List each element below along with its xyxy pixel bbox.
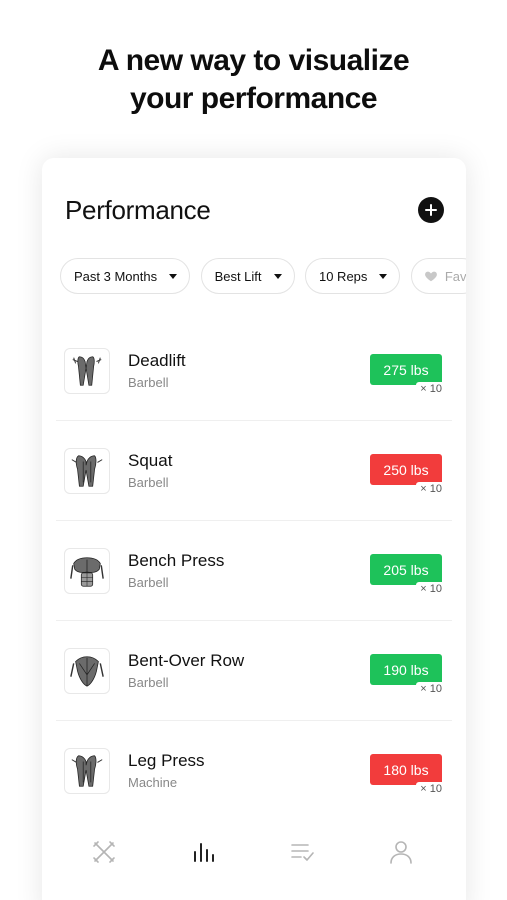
exercise-name: Deadlift <box>128 351 186 370</box>
list-item[interactable]: Leg Press Machine 180 lbs × 10 <box>56 721 452 821</box>
filter-period-dropdown[interactable]: Past 3 Months <box>60 258 191 294</box>
exercise-thumbnail <box>64 348 110 394</box>
chest-muscle-icon <box>70 557 104 587</box>
exercise-equipment: Barbell <box>128 675 169 690</box>
filter-metric-label: Best Lift <box>214 268 262 284</box>
bottom-tab-bar <box>42 830 466 874</box>
weight-badge: 250 lbs <box>370 454 442 485</box>
heart-icon <box>424 271 437 282</box>
reps-label: × 10 <box>416 382 446 396</box>
filter-period-label: Past 3 Months <box>74 268 158 284</box>
list-item[interactable]: Deadlift Barbell 275 lbs × 10 <box>56 321 452 421</box>
caret-down-icon <box>169 273 178 279</box>
add-button[interactable] <box>418 197 444 223</box>
legs-front-muscle-icon <box>71 755 103 787</box>
reps-label: × 10 <box>416 782 446 796</box>
reps-label: × 10 <box>416 582 446 596</box>
profile-icon <box>390 841 412 864</box>
tab-profile[interactable] <box>387 838 415 866</box>
weight-badge: 205 lbs <box>370 554 442 585</box>
tab-routines[interactable] <box>288 838 316 866</box>
tab-workouts[interactable] <box>90 838 118 866</box>
weight-badge: 190 lbs <box>370 654 442 685</box>
exercise-name: Squat <box>128 451 173 470</box>
performance-card: Performance Past 3 Months Best Lift 10 R… <box>42 158 466 900</box>
exercise-equipment: Machine <box>128 775 178 790</box>
list-item[interactable]: Bench Press Barbell 205 lbs × 10 <box>56 521 452 621</box>
exercise-equipment: Barbell <box>128 375 169 390</box>
list-item[interactable]: Bent-Over Row Barbell 190 lbs × 10 <box>56 621 452 721</box>
weight-badge: 180 lbs <box>370 754 442 785</box>
workout-icon <box>93 841 115 863</box>
exercise-name: Bent-Over Row <box>128 651 245 670</box>
filter-reps-dropdown[interactable]: 10 Reps <box>304 258 401 294</box>
exercise-thumbnail <box>64 448 110 494</box>
exercise-thumbnail <box>64 748 110 794</box>
filter-reps-label: 10 Reps <box>318 268 368 284</box>
list-item[interactable]: Squat Barbell 250 lbs × 10 <box>56 421 452 521</box>
exercise-name: Bench Press <box>128 551 225 570</box>
tab-performance[interactable] <box>189 838 217 866</box>
legs-front-muscle-icon <box>71 455 103 487</box>
filter-bar: Past 3 Months Best Lift 10 Reps Fav <box>60 258 466 294</box>
exercise-equipment: Barbell <box>128 575 169 590</box>
exercise-name: Leg Press <box>128 751 205 770</box>
exercise-list: Deadlift Barbell 275 lbs × 10 Squat Barb… <box>56 321 452 821</box>
headline-line-1: A new way to visualize <box>97 44 410 77</box>
bar-chart-icon <box>194 843 214 862</box>
headline-line-2: your performance <box>129 82 378 115</box>
reps-label: × 10 <box>416 482 446 496</box>
reps-label: × 10 <box>416 682 446 696</box>
caret-down-icon <box>379 273 388 279</box>
filter-metric-dropdown[interactable]: Best Lift <box>200 258 295 294</box>
back-muscle-icon <box>70 656 104 687</box>
exercise-equipment: Barbell <box>128 475 169 490</box>
exercise-thumbnail <box>64 648 110 694</box>
page-title: Performance <box>65 195 211 225</box>
plus-icon <box>425 204 437 216</box>
legs-back-muscle-icon <box>72 356 102 386</box>
caret-down-icon <box>273 273 282 279</box>
weight-badge: 275 lbs <box>370 354 442 385</box>
checklist-icon <box>291 844 314 861</box>
exercise-thumbnail <box>64 548 110 594</box>
filter-favorites-label: Fav <box>444 268 466 284</box>
filter-favorites-chip[interactable]: Fav <box>410 258 466 294</box>
headline: A new way to visualize your performance <box>0 42 507 118</box>
card-header: Performance <box>65 194 444 226</box>
